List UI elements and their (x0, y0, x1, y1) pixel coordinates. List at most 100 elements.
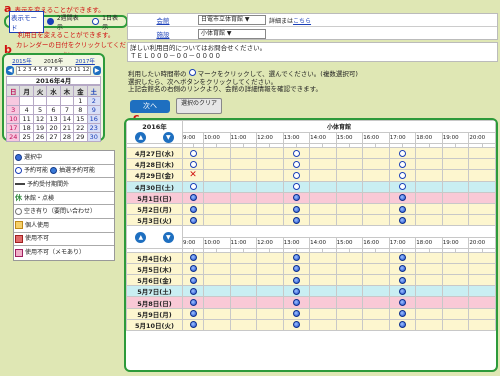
time-slot[interactable] (388, 214, 417, 227)
one-day-label[interactable]: 1日表示 (102, 13, 123, 31)
available-slot-icon[interactable] (189, 160, 197, 168)
unavailable-slot-icon[interactable]: ✕ (189, 171, 197, 180)
lottery-slot-icon[interactable] (399, 276, 406, 284)
calendar-day[interactable]: 14 (59, 114, 75, 124)
calendar-day[interactable]: 26 (32, 132, 48, 142)
available-slot-icon[interactable] (189, 183, 197, 191)
time-slot[interactable] (282, 180, 311, 193)
time-slot[interactable] (181, 251, 205, 264)
time-slot[interactable] (282, 285, 311, 298)
lottery-slot-icon[interactable] (399, 205, 406, 213)
available-slot-icon[interactable] (399, 160, 406, 168)
calendar-day[interactable]: 19 (32, 123, 48, 133)
calendar-day[interactable]: 28 (59, 132, 75, 142)
time-slot[interactable] (181, 146, 205, 160)
available-slot-icon[interactable] (292, 160, 300, 168)
two-week-radio[interactable] (47, 18, 54, 25)
available-slot-icon[interactable] (399, 183, 406, 191)
time-slot[interactable] (181, 274, 205, 287)
time-slot[interactable] (181, 307, 205, 320)
time-slot[interactable] (388, 180, 417, 193)
lottery-slot-icon[interactable] (292, 216, 300, 224)
time-slot[interactable] (388, 169, 417, 182)
time-slot[interactable] (282, 251, 311, 264)
calendar-day[interactable]: 10 (5, 114, 21, 124)
calendar-day[interactable]: 11 (19, 114, 34, 124)
next-year-link[interactable]: 2017年 (75, 57, 95, 65)
time-slot[interactable] (282, 169, 311, 182)
time-slot[interactable] (388, 146, 417, 160)
calendar-day[interactable]: 24 (5, 132, 21, 142)
calendar-day[interactable]: 20 (46, 123, 61, 133)
available-slot-icon[interactable] (292, 149, 300, 157)
time-slot[interactable] (282, 214, 311, 227)
time-slot[interactable] (282, 318, 311, 332)
available-slot-icon[interactable] (292, 171, 300, 179)
time-slot[interactable] (181, 214, 205, 227)
lottery-slot-icon[interactable] (399, 299, 406, 307)
calendar-day[interactable]: 7 (59, 105, 75, 115)
available-slot-icon[interactable] (399, 149, 406, 157)
time-slot[interactable] (388, 251, 417, 264)
lottery-slot-icon[interactable] (292, 287, 300, 295)
lottery-slot-icon[interactable] (399, 287, 406, 295)
one-day-radio[interactable] (92, 18, 100, 25)
lottery-slot-icon[interactable] (399, 216, 406, 224)
lottery-slot-icon[interactable] (189, 194, 197, 202)
prev-year-link[interactable]: 2015年 (12, 57, 32, 65)
lottery-slot-icon[interactable] (292, 276, 300, 284)
time-slot[interactable] (388, 274, 417, 287)
hall-select[interactable]: 日電市立体育館 ▼ (198, 15, 266, 25)
next-month-icon[interactable]: ▶ (93, 66, 101, 75)
available-slot-icon[interactable] (292, 183, 300, 191)
lottery-slot-icon[interactable] (189, 276, 197, 284)
calendar-day[interactable]: 9 (86, 105, 102, 115)
time-slot[interactable] (181, 180, 205, 193)
facility-select[interactable]: 小体育館 ▼ (198, 28, 266, 39)
lottery-slot-icon[interactable] (189, 216, 197, 224)
time-slot[interactable] (388, 296, 417, 309)
calendar-day[interactable]: 2 (86, 96, 102, 106)
calendar-day[interactable]: 22 (73, 123, 88, 133)
lottery-slot-icon[interactable] (292, 254, 300, 262)
available-slot-icon[interactable] (399, 171, 406, 179)
time-slot[interactable]: ✕ (181, 169, 205, 182)
time-slot[interactable] (181, 262, 205, 276)
time-slot[interactable] (181, 318, 205, 332)
time-slot[interactable] (388, 307, 417, 320)
time-slot[interactable] (388, 202, 417, 216)
calendar-day[interactable]: 6 (46, 105, 61, 115)
calendar-day[interactable]: 12 (32, 114, 48, 124)
calendar-day[interactable]: 17 (5, 123, 21, 133)
time-slot[interactable] (282, 158, 311, 171)
lottery-slot-icon[interactable] (292, 299, 300, 307)
lottery-slot-icon[interactable] (399, 194, 406, 202)
calendar-day[interactable]: 23 (86, 123, 102, 133)
lottery-slot-icon[interactable] (292, 194, 300, 202)
scroll-up-icon[interactable]: ▲ (135, 132, 147, 143)
time-slot[interactable] (282, 274, 311, 287)
time-slot[interactable] (181, 285, 205, 298)
lottery-slot-icon[interactable] (189, 254, 197, 262)
scroll-up-icon[interactable]: ▲ (135, 232, 147, 243)
calendar-day[interactable]: 13 (46, 114, 61, 124)
lottery-slot-icon[interactable] (189, 205, 197, 213)
calendar-day[interactable]: 4 (19, 105, 34, 115)
time-slot[interactable] (282, 262, 311, 276)
lottery-slot-icon[interactable] (189, 299, 197, 307)
calendar-day[interactable]: 21 (59, 123, 75, 133)
lottery-slot-icon[interactable] (292, 265, 300, 273)
two-week-label[interactable]: 2週間表示 (57, 13, 84, 31)
calendar-day[interactable]: 16 (86, 114, 102, 124)
lottery-slot-icon[interactable] (292, 310, 300, 318)
lottery-slot-icon[interactable] (399, 310, 406, 318)
time-slot[interactable] (388, 158, 417, 171)
lottery-slot-icon[interactable] (292, 205, 300, 213)
time-slot[interactable] (181, 158, 205, 171)
hall-detail-link[interactable]: こちら (293, 16, 311, 25)
lottery-slot-icon[interactable] (399, 254, 406, 262)
calendar-day[interactable]: 5 (32, 105, 48, 115)
time-slot[interactable] (282, 307, 311, 320)
time-slot[interactable] (181, 191, 205, 204)
clear-button[interactable]: 選択のクリア (176, 98, 222, 114)
